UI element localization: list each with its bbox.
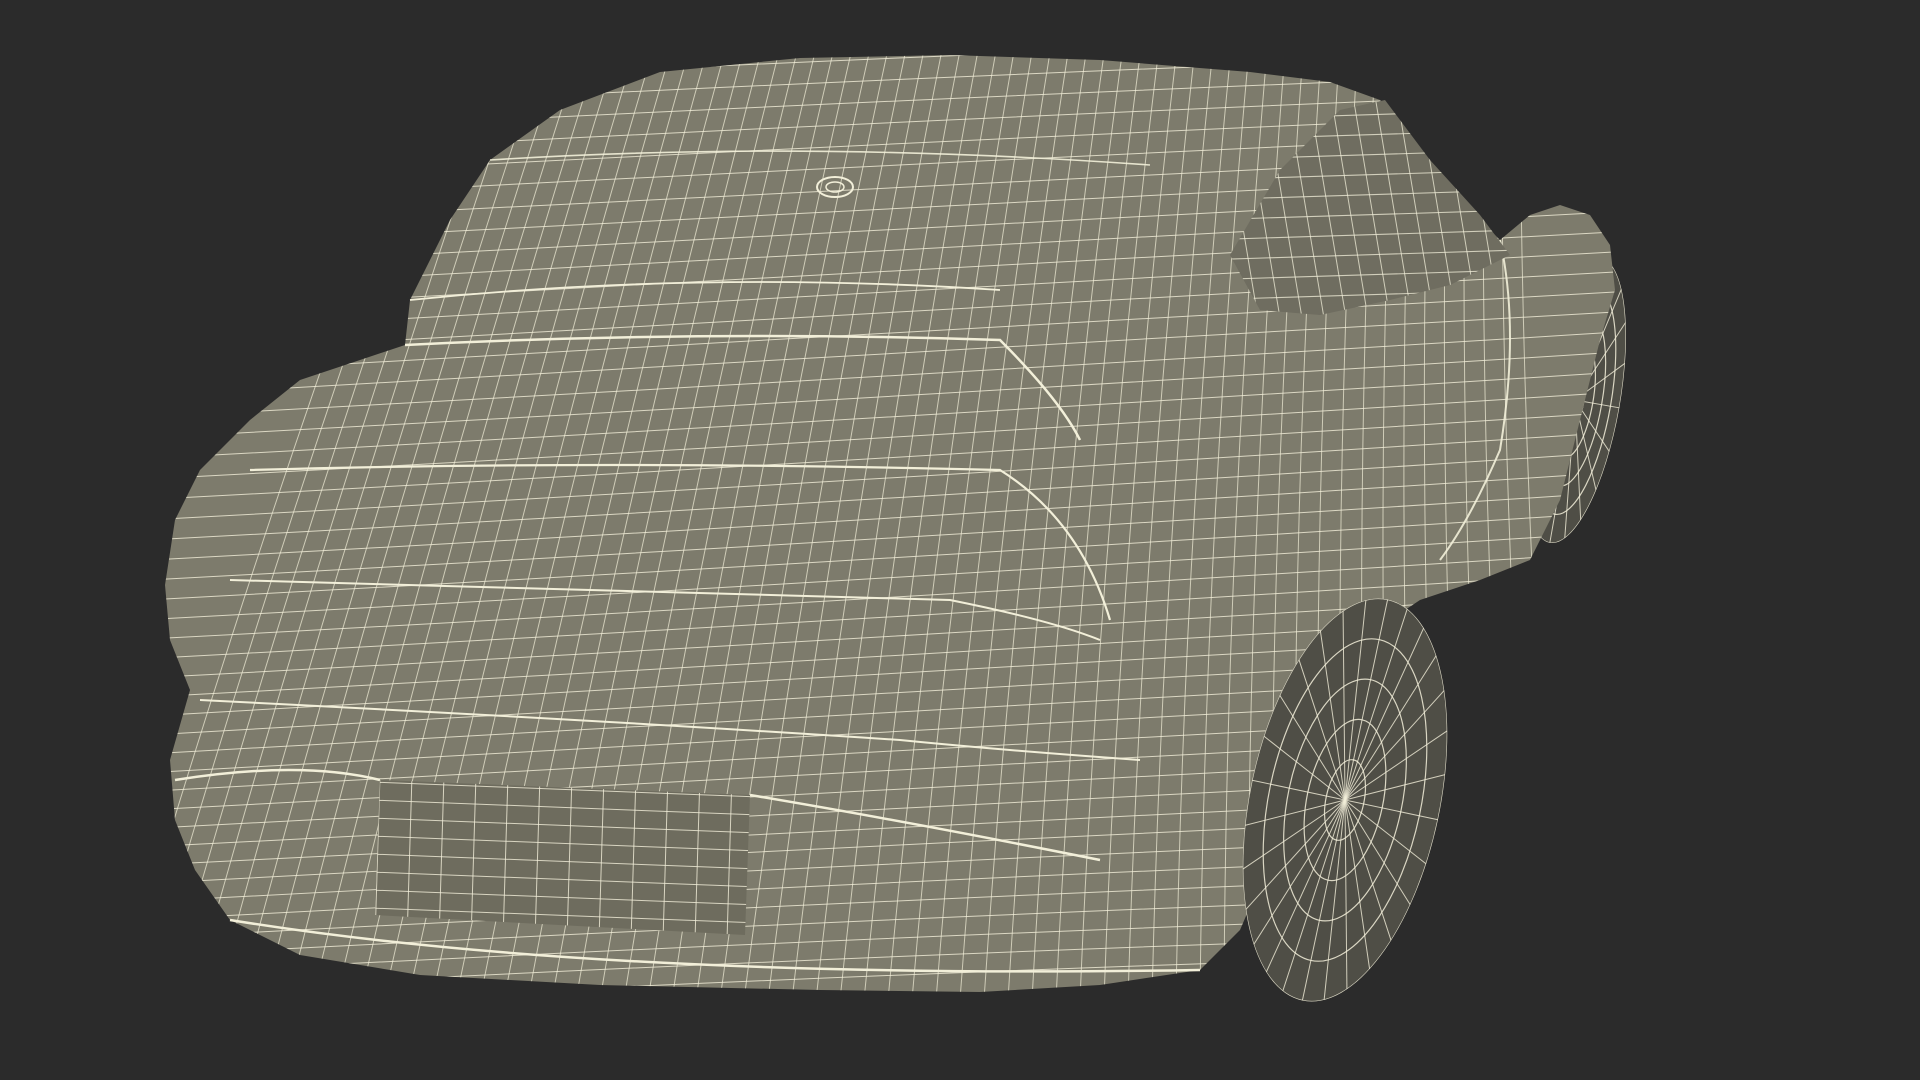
license-plate-recess (375, 780, 750, 935)
render-viewport (0, 0, 1920, 1080)
wireframe-render (0, 0, 1920, 1080)
